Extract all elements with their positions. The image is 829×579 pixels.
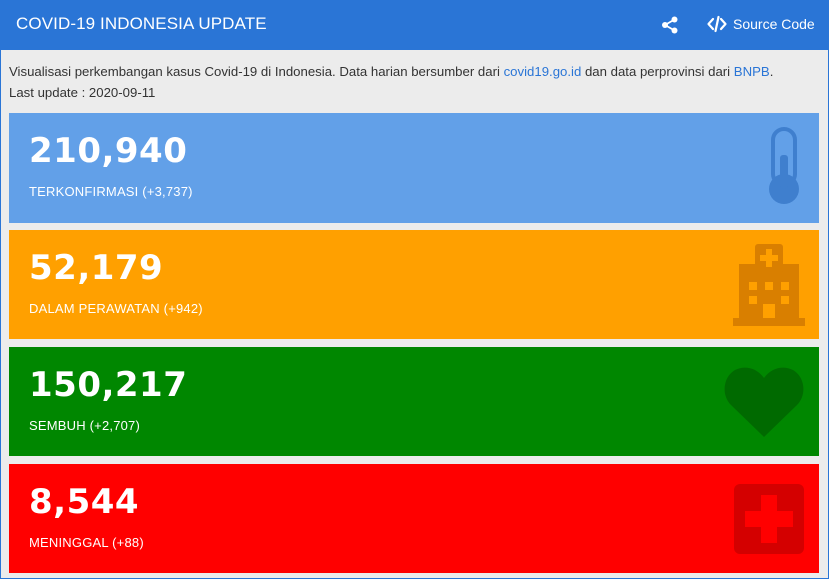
confirmed-label: TERKONFIRMASI (+3,737) (29, 184, 193, 199)
page-title: COVID-19 INDONESIA UPDATE (16, 14, 267, 33)
last-update: Last update : 2020-09-11 (9, 85, 156, 100)
share-icon[interactable] (661, 16, 679, 34)
description-text: Visualisasi perkembangan kasus Covid-19 … (9, 64, 504, 79)
in-care-count: 52,179 (29, 248, 164, 288)
confirmed-card: 210,940 TERKONFIRMASI (+3,737) (9, 113, 819, 223)
code-icon (707, 15, 727, 33)
top-bar: COVID-19 INDONESIA UPDATE Source Code (0, 0, 829, 50)
death-count: 8,544 (29, 482, 140, 522)
hospital-icon (733, 244, 805, 326)
heart-icon (724, 367, 804, 437)
confirmed-count: 210,940 (29, 131, 188, 171)
description-text-middle: dan data perprovinsi dari (581, 64, 734, 79)
recovered-count: 150,217 (29, 365, 188, 405)
source-code-link[interactable]: Source Code (707, 15, 815, 33)
description: Visualisasi perkembangan kasus Covid-19 … (9, 61, 824, 103)
thermometer-icon (769, 127, 799, 204)
description-text-end: . (769, 64, 774, 79)
covid19-link[interactable]: covid19.go.id (504, 64, 582, 79)
recovered-card: 150,217 SEMBUH (+2,707) (9, 347, 819, 456)
in-care-label: DALAM PERAWATAN (+942) (29, 301, 203, 316)
recovered-label: SEMBUH (+2,707) (29, 418, 141, 433)
death-label: MENINGGAL (+88) (29, 535, 144, 550)
death-card: 8,544 MENINGGAL (+88) (9, 464, 819, 573)
source-code-label: Source Code (733, 16, 815, 32)
medical-cross-icon (734, 484, 804, 554)
in-care-card: 52,179 DALAM PERAWATAN (+942) (9, 230, 819, 339)
bnpb-link[interactable]: BNPB (734, 64, 770, 79)
